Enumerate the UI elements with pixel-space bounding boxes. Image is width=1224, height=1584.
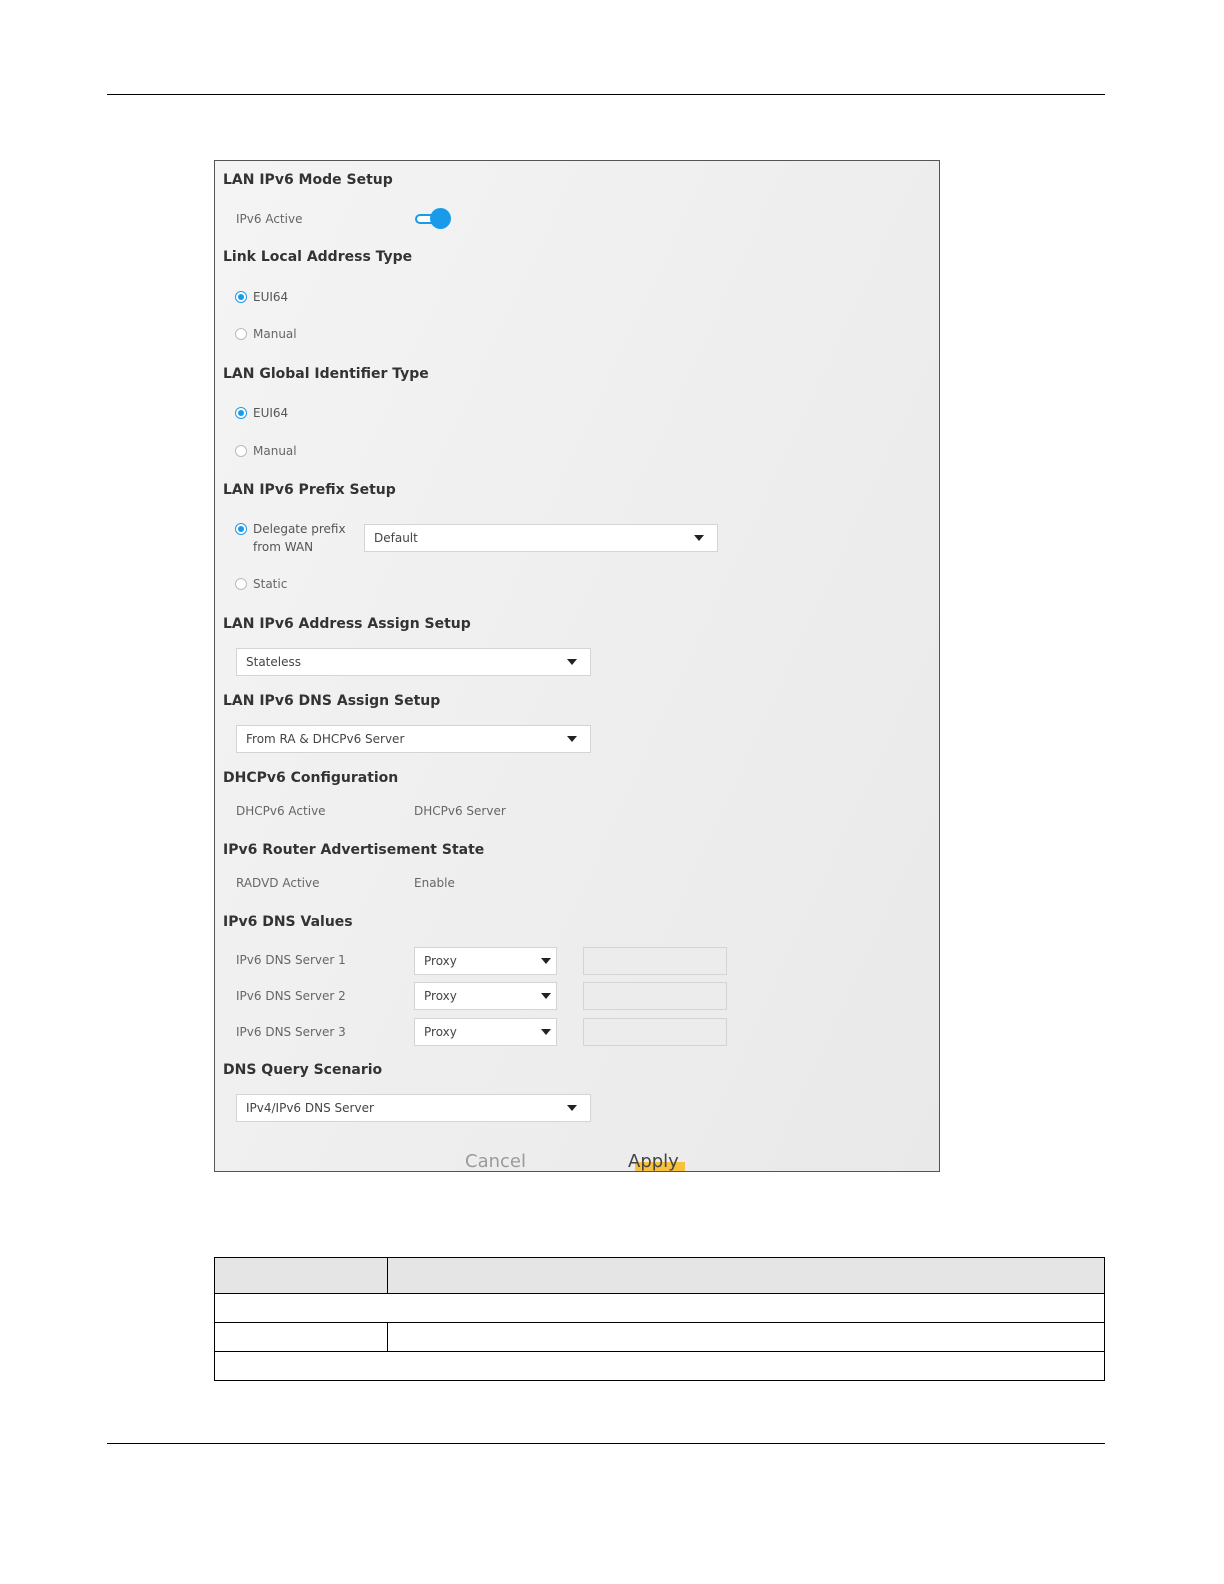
global-id-manual-option[interactable]: Manual	[235, 444, 297, 458]
chevron-down-icon	[541, 958, 551, 964]
radvd-active-label: RADVD Active	[236, 876, 320, 890]
ipv6-active-label: IPv6 Active	[236, 212, 303, 226]
section-title-dhcpv6-config: DHCPv6 Configuration	[223, 770, 399, 786]
chevron-down-icon	[541, 993, 551, 999]
prefix-static-option[interactable]: Static	[235, 577, 287, 591]
dns-server-1-mode-select[interactable]: Proxy	[414, 947, 557, 975]
dns-assign-select[interactable]: From RA & DHCPv6 Server	[236, 725, 591, 753]
option-label: Delegate prefix from WAN	[253, 520, 346, 556]
global-id-eui64-option[interactable]: EUI64	[235, 406, 288, 420]
table-row	[214, 1322, 1105, 1352]
section-title-dns-query: DNS Query Scenario	[223, 1062, 383, 1078]
table-cell	[214, 1293, 1105, 1323]
radio-unselected-icon	[235, 328, 247, 340]
radio-selected-icon	[235, 523, 247, 535]
option-label: EUI64	[253, 406, 289, 420]
option-label: Static	[253, 577, 288, 591]
table-row	[214, 1293, 1105, 1323]
select-value: Stateless	[246, 655, 301, 669]
select-value: From RA & DHCPv6 Server	[246, 732, 405, 746]
chevron-down-icon	[567, 736, 577, 742]
link-local-manual-option[interactable]: Manual	[235, 327, 297, 341]
select-value: IPv4/IPv6 DNS Server	[246, 1101, 374, 1115]
ipv6-active-toggle[interactable]	[415, 208, 451, 230]
section-title-router-adv: IPv6 Router Advertisement State	[223, 842, 485, 858]
select-value: Default	[374, 531, 418, 545]
section-title-prefix-setup: LAN IPv6 Prefix Setup	[223, 482, 396, 498]
chevron-down-icon	[694, 535, 704, 541]
dns-server-2-label: IPv6 DNS Server 2	[236, 989, 346, 1003]
dns-server-3-mode-select[interactable]: Proxy	[414, 1018, 557, 1046]
select-value: Proxy	[424, 989, 457, 1003]
dns-query-select[interactable]: IPv4/IPv6 DNS Server	[236, 1094, 591, 1122]
table-header-cell	[214, 1257, 388, 1294]
prefix-delegate-option[interactable]: Delegate prefix from WAN	[235, 522, 346, 556]
delegate-label-line1: Delegate prefix	[253, 522, 346, 536]
section-title-link-local: Link Local Address Type	[223, 249, 413, 265]
table-cell	[387, 1322, 1105, 1352]
delegate-label-line2: from WAN	[253, 540, 314, 554]
option-label: Manual	[253, 444, 297, 458]
dns-server-1-label: IPv6 DNS Server 1	[236, 953, 346, 967]
section-title-global-id: LAN Global Identifier Type	[223, 366, 429, 382]
apply-button[interactable]: Apply	[628, 1151, 679, 1171]
radio-selected-icon	[235, 291, 247, 303]
option-label: EUI64	[253, 290, 289, 304]
delegate-prefix-select[interactable]: Default	[364, 524, 718, 552]
dhcpv6-active-value: DHCPv6 Server	[414, 804, 506, 818]
section-title-mode-setup: LAN IPv6 Mode Setup	[223, 172, 393, 188]
dns-server-2-address-field[interactable]	[583, 982, 727, 1010]
footer-rule	[107, 1443, 1105, 1444]
radio-selected-icon	[235, 407, 247, 419]
chevron-down-icon	[541, 1029, 551, 1035]
ipv6-lan-settings-panel: LAN IPv6 Mode Setup IPv6 Active Link Loc…	[214, 160, 940, 1172]
toggle-knob	[430, 208, 451, 229]
link-local-eui64-option[interactable]: EUI64	[235, 290, 288, 304]
dhcpv6-active-label: DHCPv6 Active	[236, 804, 326, 818]
address-assign-select[interactable]: Stateless	[236, 648, 591, 676]
radio-unselected-icon	[235, 445, 247, 457]
table-row	[214, 1351, 1105, 1381]
dns-server-1-address-field[interactable]	[583, 947, 727, 975]
select-value: Proxy	[424, 954, 457, 968]
field-description-table	[214, 1257, 1105, 1381]
dns-server-2-mode-select[interactable]: Proxy	[414, 982, 557, 1010]
dns-server-3-address-field[interactable]	[583, 1018, 727, 1046]
cancel-button[interactable]: Cancel	[465, 1151, 526, 1171]
chevron-down-icon	[567, 1105, 577, 1111]
header-rule	[107, 94, 1105, 95]
table-cell	[214, 1351, 1105, 1381]
dns-server-3-label: IPv6 DNS Server 3	[236, 1025, 346, 1039]
section-title-dns-values: IPv6 DNS Values	[223, 914, 353, 930]
select-value: Proxy	[424, 1025, 457, 1039]
table-header-cell	[387, 1257, 1105, 1294]
table-header-row	[214, 1257, 1105, 1294]
chevron-down-icon	[567, 659, 577, 665]
table-cell	[214, 1322, 388, 1352]
section-title-dns-assign: LAN IPv6 DNS Assign Setup	[223, 693, 441, 709]
radvd-active-value: Enable	[414, 876, 455, 890]
radio-unselected-icon	[235, 578, 247, 590]
section-title-address-assign: LAN IPv6 Address Assign Setup	[223, 616, 471, 632]
option-label: Manual	[253, 327, 297, 341]
